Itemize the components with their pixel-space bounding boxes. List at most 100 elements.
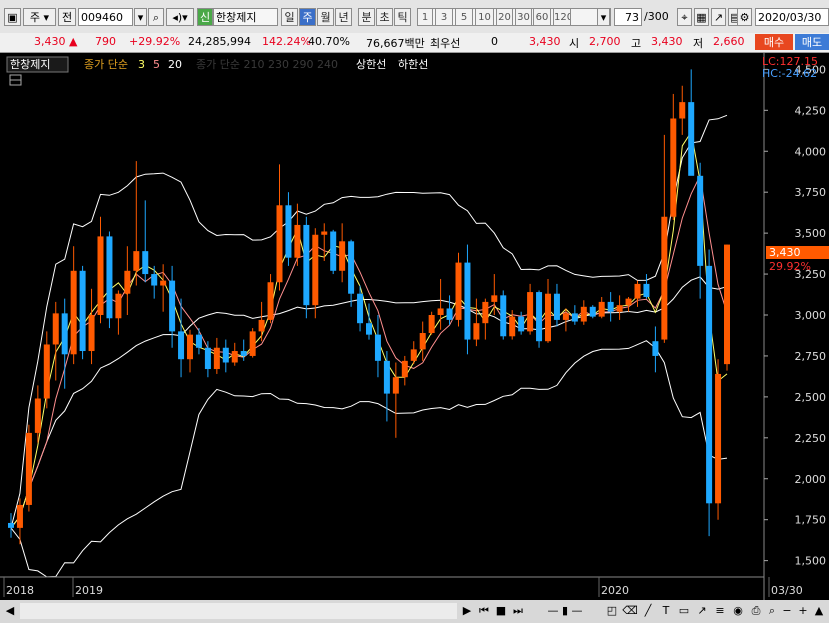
blank-dropdown-icon[interactable]: ▾	[597, 8, 610, 26]
settings-icon[interactable]: ⚙	[737, 8, 752, 26]
scroll-track[interactable]	[20, 603, 457, 619]
candle[interactable]	[527, 283, 534, 335]
candle[interactable]	[79, 265, 86, 360]
candle[interactable]	[8, 513, 14, 538]
zoom-slider[interactable]: — ▮ —	[529, 603, 601, 619]
candle[interactable]	[607, 292, 614, 322]
period-button[interactable]: 일	[281, 8, 298, 26]
crosshair-icon[interactable]: ⌖	[677, 8, 692, 26]
speaker-icon[interactable]: ◂)▾	[166, 8, 194, 26]
forward-icon[interactable]: ⏭	[510, 603, 526, 619]
candle[interactable]	[464, 244, 471, 355]
view-count-input[interactable]: 73	[614, 8, 642, 26]
candle[interactable]	[473, 298, 480, 347]
interval-button[interactable]: 10	[475, 8, 494, 26]
candle[interactable]	[482, 298, 489, 340]
candle[interactable]	[625, 296, 632, 312]
candle[interactable]	[634, 280, 641, 307]
candle[interactable]	[142, 200, 149, 283]
candle[interactable]	[419, 321, 426, 361]
candle[interactable]	[571, 305, 578, 325]
candle[interactable]	[222, 339, 229, 373]
candle[interactable]	[169, 265, 176, 348]
scroll-up-icon[interactable]: ▲	[812, 603, 826, 619]
candle[interactable]	[598, 296, 605, 319]
interval-button[interactable]: 5	[455, 8, 473, 26]
candle[interactable]	[706, 249, 713, 537]
candle[interactable]	[536, 290, 543, 348]
interval-button[interactable]: 60	[533, 8, 551, 26]
price-chart[interactable]: 1,5001,7502,0002,2502,5002,7503,0003,250…	[0, 53, 829, 600]
chart-area[interactable]: 1,500 1,750 2,000 2,250 2,500 2,750 3,000 3,250…	[0, 53, 829, 600]
scroll-right-icon[interactable]: ▶	[459, 603, 475, 619]
candle[interactable]	[589, 305, 596, 319]
window-menu-icon[interactable]: ▣	[4, 8, 21, 26]
candle[interactable]	[213, 337, 220, 374]
sell-button[interactable]: 매도	[795, 34, 829, 50]
candle[interactable]	[724, 244, 730, 371]
candle[interactable]	[240, 339, 247, 361]
candle[interactable]	[715, 359, 722, 520]
candle[interactable]	[285, 192, 292, 266]
candle[interactable]	[52, 301, 59, 381]
candle[interactable]	[661, 134, 668, 343]
market-select[interactable]: 주 ▾	[23, 8, 56, 26]
period-button[interactable]: 주	[299, 8, 316, 26]
candle[interactable]	[428, 311, 435, 335]
candle[interactable]	[401, 355, 408, 386]
candle[interactable]	[679, 85, 686, 135]
scroll-left-icon[interactable]: ◀	[2, 603, 18, 619]
date-input[interactable]: 2020/03/30	[755, 8, 829, 26]
candle[interactable]	[25, 424, 32, 512]
candle[interactable]	[106, 231, 113, 329]
candle[interactable]	[518, 311, 525, 335]
candle[interactable]	[267, 274, 274, 324]
candle[interactable]	[204, 341, 211, 378]
shape-tool-icon[interactable]: ▭	[676, 603, 692, 619]
interval-button[interactable]: 120	[553, 8, 571, 26]
period-button[interactable]: 년	[335, 8, 352, 26]
candle[interactable]	[697, 162, 704, 299]
candle[interactable]	[670, 93, 677, 221]
candle[interactable]	[545, 278, 551, 343]
candle[interactable]	[97, 216, 104, 324]
rewind-icon[interactable]: ⏮	[476, 603, 492, 619]
camera-icon[interactable]: ◉	[730, 603, 746, 619]
candle[interactable]	[151, 265, 158, 299]
candle[interactable]	[348, 239, 355, 307]
candle[interactable]	[410, 341, 417, 365]
candle[interactable]	[312, 228, 319, 319]
candle[interactable]	[43, 331, 50, 409]
candle[interactable]	[455, 252, 462, 327]
stock-code-input[interactable]: 009460	[78, 8, 133, 26]
candle[interactable]	[115, 290, 122, 335]
interval-button[interactable]: 20	[496, 8, 513, 26]
grid-icon[interactable]: ▦	[694, 8, 709, 26]
candle[interactable]	[688, 69, 695, 176]
candle[interactable]	[383, 351, 390, 422]
period-button[interactable]: 틱	[394, 8, 411, 26]
candle[interactable]	[276, 164, 283, 291]
candle[interactable]	[70, 246, 77, 365]
text-tool-icon[interactable]: T	[658, 603, 674, 619]
candle[interactable]	[339, 223, 346, 283]
interval-button[interactable]: 1	[417, 8, 433, 26]
candle[interactable]	[160, 264, 167, 312]
chart-check-icon[interactable]: ↗	[711, 8, 726, 26]
candle[interactable]	[580, 300, 587, 325]
candle[interactable]	[652, 326, 659, 373]
zoom-out-icon[interactable]: −	[780, 603, 794, 619]
code-dropdown-icon[interactable]: ▾	[134, 8, 147, 26]
buy-button[interactable]: 매수	[755, 34, 793, 50]
eraser-icon[interactable]: ⌫	[622, 603, 638, 619]
candle[interactable]	[643, 274, 650, 299]
zoom-in-icon[interactable]: +	[796, 603, 810, 619]
period-button[interactable]: 분	[358, 8, 375, 26]
candle[interactable]	[303, 216, 310, 319]
prev-button[interactable]: 전	[58, 8, 76, 26]
stop-icon[interactable]: ■	[493, 603, 509, 619]
candle[interactable]	[88, 288, 95, 365]
print-icon[interactable]: ⎙	[748, 603, 764, 619]
candle[interactable]	[231, 342, 238, 366]
candle[interactable]	[374, 315, 381, 378]
